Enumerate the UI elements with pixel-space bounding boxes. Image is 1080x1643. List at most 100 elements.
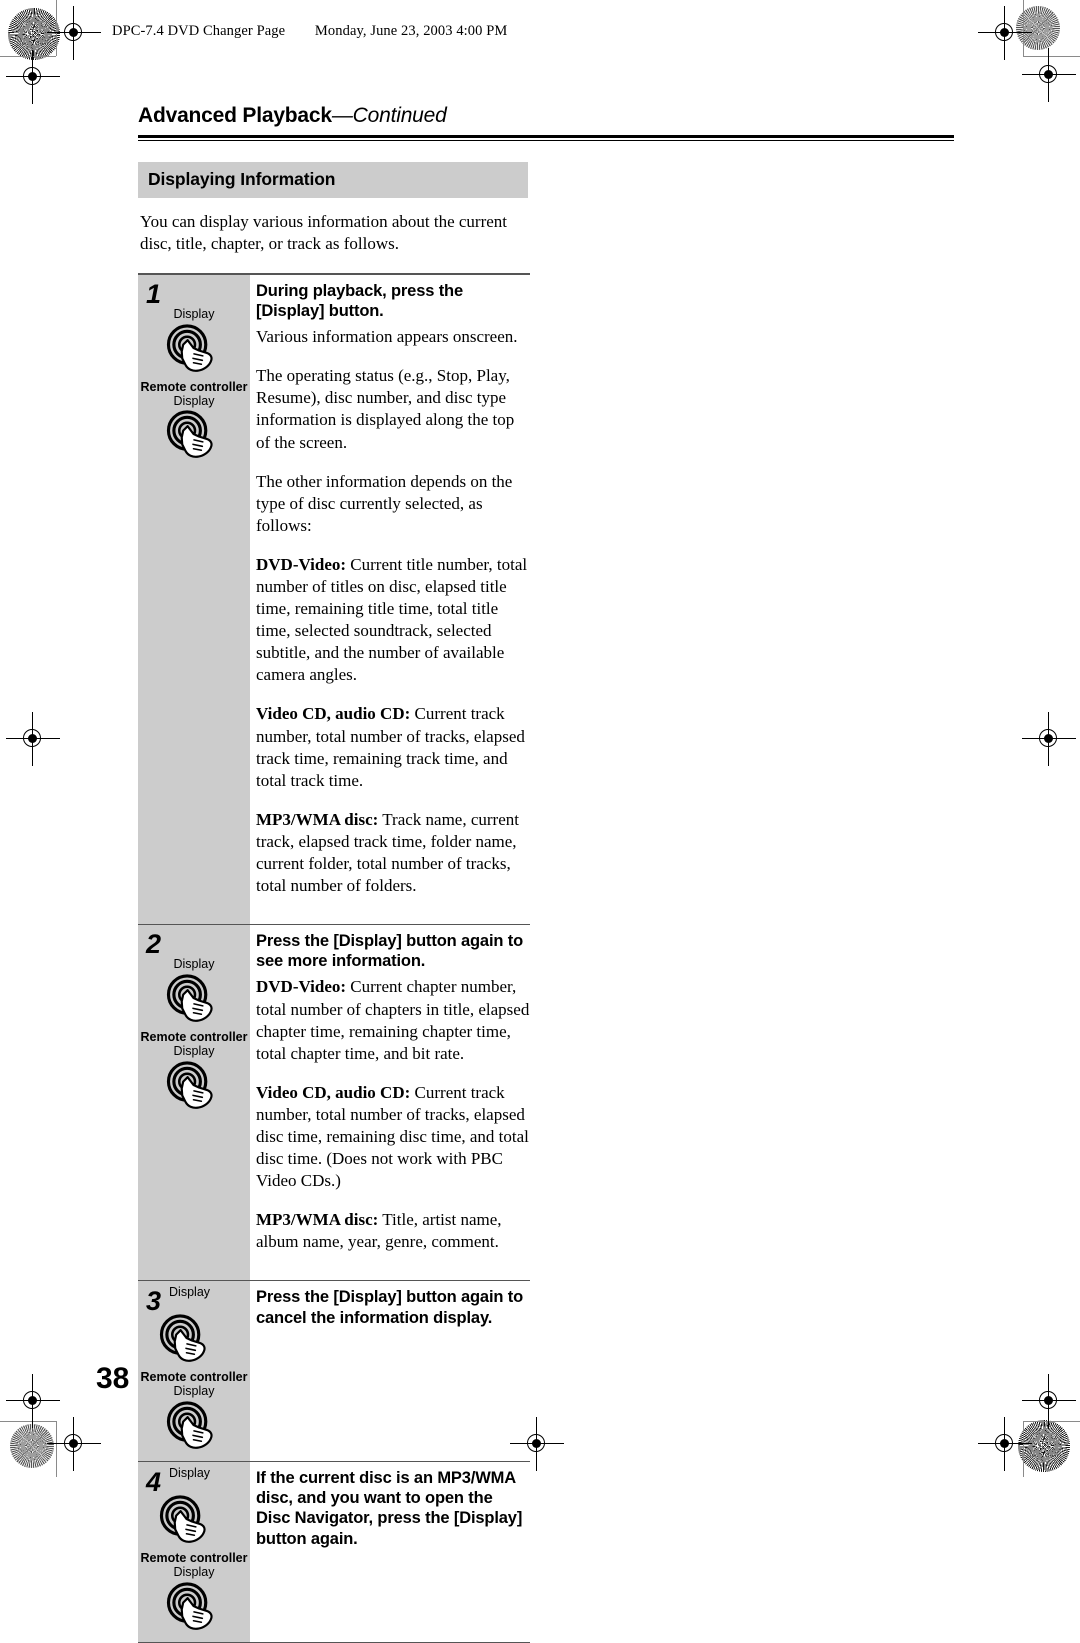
trim-mark <box>56 0 57 56</box>
display-button-icon <box>166 1401 213 1450</box>
step-row: 3 Display Remote controller Display Pres… <box>138 1281 530 1463</box>
display-button-label: Display <box>169 1466 211 1481</box>
step-heading: Press the [Display] button again to see … <box>256 932 524 971</box>
trim-mark <box>0 1421 56 1422</box>
registration-mark-right-middle <box>1022 712 1076 766</box>
starburst-target-bottom-left <box>10 1424 54 1468</box>
remote-button-figure-bottom <box>138 409 250 462</box>
step-heading: Press the [Display] button again to canc… <box>256 1288 524 1327</box>
registration-mark-top-right-inner <box>978 6 1032 60</box>
step-paragraph: Video CD, audio CD: Current track number… <box>256 703 530 791</box>
trim-mark <box>1023 0 1024 56</box>
step-number: 1 <box>146 278 162 309</box>
paragraph-lead: Video CD, audio CD: <box>256 704 411 724</box>
step-row: 1 Display Remote controller Display Duri… <box>138 274 530 926</box>
display-button-label: Display <box>173 1384 215 1399</box>
trim-mark <box>1023 1421 1080 1422</box>
paragraph-text: Various information appears onscreen. <box>256 327 518 347</box>
registration-mark-top-left-inner <box>47 6 101 60</box>
step-content: If the current disc is an MP3/WMA disc, … <box>250 1462 530 1642</box>
step-illustration: 3 Display Remote controller Display <box>138 1281 250 1462</box>
display-button-label: Display <box>173 393 215 408</box>
step-paragraph: DVD-Video: Current title number, total n… <box>256 554 530 687</box>
step-content: Press the [Display] button again to canc… <box>250 1281 530 1461</box>
remote-button-figure-top <box>138 323 250 376</box>
title-divider <box>138 135 954 141</box>
display-button-icon <box>159 1314 206 1363</box>
display-button-label: Display <box>169 1285 211 1300</box>
step-heading: If the current disc is an MP3/WMA disc, … <box>256 1469 523 1548</box>
remote-button-figure-top <box>138 973 250 1026</box>
paragraph-lead: DVD-Video: <box>256 977 347 997</box>
chapter-title-continued: —Continued <box>331 104 447 127</box>
section-intro-text: You can display various information abou… <box>140 212 508 254</box>
registration-mark-right-lower <box>1022 1374 1076 1428</box>
display-button-icon <box>166 410 213 459</box>
step-illustration: 2 Display Remote controller Display <box>138 925 250 1281</box>
paragraph-lead: MP3/WMA disc: <box>256 1210 379 1230</box>
step-number: 2 <box>146 929 162 960</box>
display-button-label: Display <box>173 1043 215 1058</box>
step-paragraph: The operating status (e.g., Stop, Play, … <box>256 365 530 453</box>
display-button-icon <box>166 323 213 372</box>
starburst-target-top-right <box>1016 6 1060 50</box>
steps-table: 1 Display Remote controller Display Duri… <box>138 272 530 1643</box>
trim-mark <box>1023 56 1080 57</box>
registration-mark-bottom-left-inner <box>47 1417 101 1471</box>
display-button-icon <box>166 974 213 1022</box>
step-illustration: 4 Display Remote controller Display <box>138 1462 250 1642</box>
trim-mark <box>1023 1421 1024 1477</box>
display-button-label: Display <box>173 1565 215 1580</box>
step-content: During playback, press the [Display] but… <box>250 275 530 924</box>
step-paragraph: The other information depends on the typ… <box>256 471 530 537</box>
step-illustration: 1 Display Remote controller Display <box>138 274 250 925</box>
registration-mark-left-lower <box>6 1374 60 1428</box>
trim-mark <box>56 1421 57 1477</box>
remote-controller-label: Remote controller <box>140 1551 248 1566</box>
chapter-title-text: Advanced Playback <box>138 104 332 127</box>
running-head: DPC-7.4 DVD Changer Page Monday, June 23… <box>112 23 507 40</box>
paragraph-text: Current title number, total number of ti… <box>256 554 528 685</box>
starburst-target-top-left <box>8 8 60 60</box>
step-number: 4 <box>146 1467 162 1498</box>
registration-mark-right-upper <box>1022 48 1076 102</box>
remote-button-figure-bottom <box>138 1581 250 1634</box>
display-button-label: Display <box>173 306 215 321</box>
remote-controller-label: Remote controller <box>140 379 248 394</box>
display-button-icon <box>166 1061 213 1109</box>
page-title: Advanced Playback—Continued <box>138 104 954 135</box>
paragraph-text: The operating status (e.g., Stop, Play, … <box>256 366 515 452</box>
registration-mark-bottom-right-inner <box>978 1417 1032 1471</box>
running-head-timestamp: Monday, June 23, 2003 4:00 PM <box>314 23 508 39</box>
page-content: Advanced Playback—Continued Displaying I… <box>138 104 954 1643</box>
remote-controller-label: Remote controller <box>140 1370 248 1385</box>
page-number: 38 <box>96 1362 130 1395</box>
step-paragraph: DVD-Video: Current chapter number, total… <box>256 976 530 1064</box>
step-heading: During playback, press the [Display] but… <box>256 281 463 320</box>
display-button-icon <box>166 1582 213 1630</box>
step-paragraph: MP3/WMA disc: Title, artist name, album … <box>256 1209 530 1253</box>
remote-button-figure-bottom <box>138 1060 250 1113</box>
step-paragraph: MP3/WMA disc: Track name, current track,… <box>256 809 530 897</box>
running-head-document-name: DPC-7.4 DVD Changer Page <box>112 23 286 39</box>
display-button-icon <box>159 1495 206 1544</box>
step-number: 3 <box>146 1286 162 1317</box>
step-content: Press the [Display] button again to see … <box>250 925 530 1280</box>
starburst-target-bottom-right <box>1018 1420 1070 1472</box>
step-row: 2 Display Remote controller Display Pres… <box>138 925 530 1282</box>
paragraph-lead: Video CD, audio CD: <box>256 1082 411 1102</box>
step-row: 4 Display Remote controller Display If t… <box>138 1462 530 1643</box>
section-heading-bar: Displaying Information <box>138 162 528 198</box>
registration-mark-left-upper <box>6 50 60 104</box>
remote-button-figure-bottom <box>138 1400 250 1453</box>
remote-button-figure-top <box>138 1313 250 1366</box>
paragraph-lead: DVD-Video: <box>256 554 347 574</box>
remote-button-figure-top <box>138 1494 250 1547</box>
paragraph-lead: MP3/WMA disc: <box>256 809 379 829</box>
section-heading: Displaying Information <box>148 169 336 189</box>
trim-mark <box>0 56 56 57</box>
registration-mark-left-middle <box>6 712 60 766</box>
step-paragraph: Various information appears onscreen. <box>256 326 530 348</box>
paragraph-text: The other information depends on the typ… <box>256 471 513 535</box>
step-paragraph: Video CD, audio CD: Current track number… <box>256 1082 530 1192</box>
